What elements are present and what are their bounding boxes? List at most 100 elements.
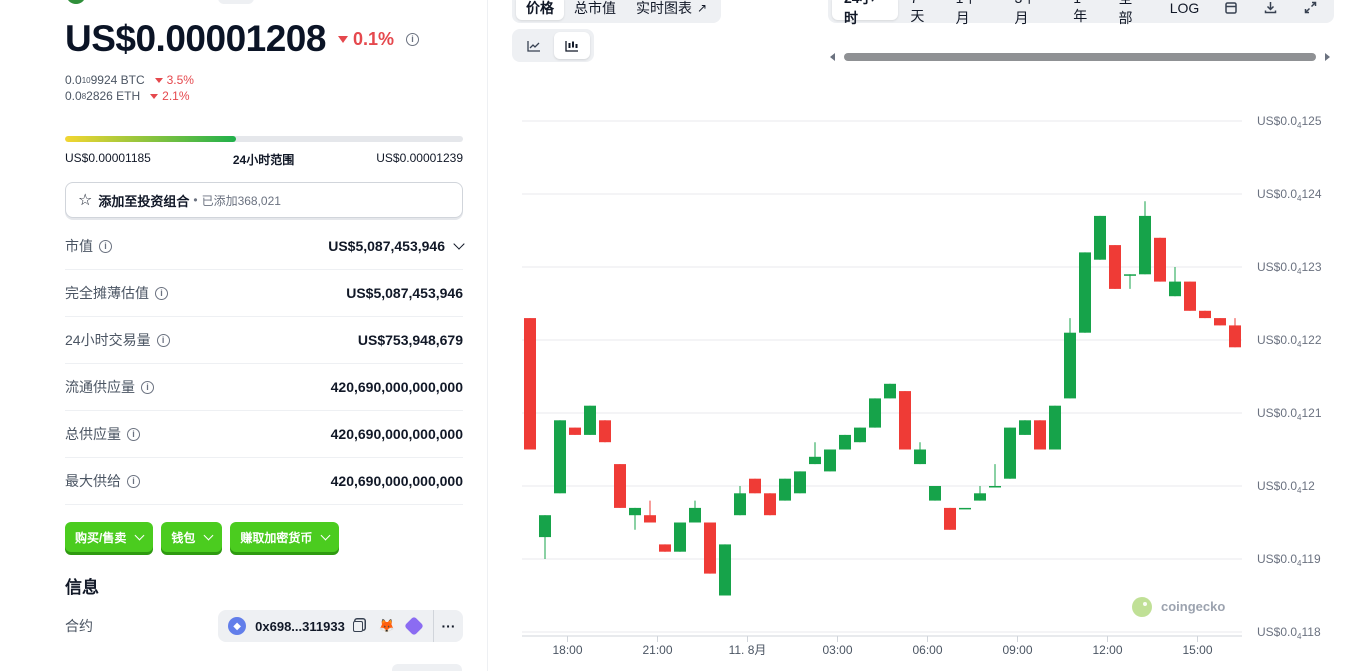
price-in-eth: 0.0 8 2826 ETH 2.1% bbox=[65, 89, 190, 103]
coingecko-logo-eye bbox=[1143, 602, 1147, 606]
expand-icon[interactable] bbox=[1290, 0, 1330, 20]
y-tick-label: US$0.04124 bbox=[1257, 187, 1322, 203]
candle-body bbox=[689, 507, 701, 523]
candle-body bbox=[794, 471, 806, 494]
info-icon[interactable]: i bbox=[127, 427, 140, 441]
candle-body bbox=[674, 522, 686, 552]
down-triangle-icon bbox=[154, 77, 163, 83]
tab-3m[interactable]: 3个月 bbox=[1002, 0, 1061, 26]
stat-label: 流通供应量 i bbox=[65, 377, 154, 397]
range-bar-fill bbox=[65, 136, 237, 142]
current-price: US$0.00001208 bbox=[65, 18, 326, 59]
info-icon[interactable]: i bbox=[99, 239, 112, 253]
star-icon: ☆ bbox=[78, 192, 93, 209]
chart-type-toggle bbox=[512, 29, 594, 62]
tab-market-cap[interactable]: 总市值 bbox=[564, 0, 626, 20]
candle-body bbox=[1124, 274, 1136, 276]
wallet-connect-icon[interactable] bbox=[404, 616, 424, 636]
x-tick-label: 15:00 bbox=[1182, 643, 1212, 657]
more-options-button[interactable]: ··· bbox=[433, 610, 463, 642]
candle-body bbox=[614, 464, 626, 508]
info-icon[interactable]: i bbox=[127, 474, 140, 488]
eth-price-prefix: 0.0 bbox=[65, 89, 82, 103]
stat-market-cap[interactable]: 市值 i US$5,087,453,946 bbox=[65, 223, 465, 270]
buy-sell-button[interactable]: 购买/售卖 bbox=[65, 522, 154, 552]
earn-crypto-button[interactable]: 赚取加密货币 bbox=[230, 522, 340, 552]
y-tick-label: US$0.04121 bbox=[1257, 406, 1322, 422]
contract-address[interactable]: 0x698...311933 bbox=[255, 619, 345, 634]
scroll-left-arrow-icon[interactable] bbox=[830, 53, 835, 61]
portfolio-label: 添加至投资组合 bbox=[98, 193, 190, 209]
candle-body bbox=[659, 544, 671, 552]
x-tick-label: 11. 8月 bbox=[729, 643, 767, 657]
candle-body bbox=[899, 391, 911, 450]
tab-price[interactable]: 价格 bbox=[516, 0, 564, 20]
stat-value: 420,690,000,000,000 bbox=[330, 379, 463, 395]
wallet-button[interactable]: 钱包 bbox=[161, 522, 223, 552]
stat-label-text: 最大供给 bbox=[65, 473, 121, 489]
candle-body bbox=[1109, 245, 1121, 289]
candle-body bbox=[869, 398, 881, 428]
tab-1y[interactable]: 1年 bbox=[1061, 0, 1106, 24]
y-tick-label: US$0.04122 bbox=[1257, 333, 1322, 349]
stat-max-supply: 最大供给 i 420,690,000,000,000 bbox=[65, 458, 463, 505]
candle-body bbox=[629, 507, 641, 516]
stat-label-text: 流通供应量 bbox=[65, 379, 135, 395]
x-tick-label: 21:00 bbox=[642, 643, 672, 657]
rank-badge bbox=[218, 0, 254, 4]
info-icon[interactable]: i bbox=[406, 32, 419, 46]
chevron-down-icon bbox=[134, 530, 145, 540]
candle-body bbox=[1199, 310, 1211, 319]
tab-live-chart[interactable]: 实时图表 ↗ bbox=[626, 0, 717, 20]
line-chart-icon[interactable] bbox=[516, 32, 552, 59]
portfolio-count: 已添加368,021 bbox=[201, 193, 281, 208]
stat-value-text: US$5,087,453,946 bbox=[328, 238, 445, 254]
contract-pill: ◆ 0x698...311933 🦊 ··· bbox=[218, 610, 463, 642]
calendar-icon[interactable] bbox=[1211, 0, 1251, 20]
coin-logo bbox=[66, 0, 86, 4]
candle-body bbox=[704, 522, 716, 574]
stat-label: 最大供给 i bbox=[65, 471, 140, 491]
copy-icon[interactable] bbox=[352, 620, 363, 632]
candle-body bbox=[764, 493, 776, 516]
btc-change: 3.5% bbox=[154, 73, 194, 87]
info-icon[interactable]: i bbox=[155, 286, 168, 300]
chevron-down-icon[interactable] bbox=[453, 238, 465, 250]
next-row-pill bbox=[392, 664, 462, 671]
coin-overview-panel: US$0.00001208 0.1% i 0.0 10 9924 BTC 3.5% … bbox=[0, 0, 488, 671]
metamask-icon[interactable]: 🦊 bbox=[379, 618, 395, 634]
info-icon[interactable]: i bbox=[141, 380, 154, 394]
tab-1m[interactable]: 1个月 bbox=[944, 0, 1003, 26]
scroll-right-arrow-icon[interactable] bbox=[1325, 53, 1330, 61]
action-buttons: 购买/售卖 钱包 赚取加密货币 bbox=[65, 522, 340, 552]
candle-body bbox=[974, 493, 986, 501]
candle-body bbox=[1019, 420, 1031, 435]
chart-range-scrollbar[interactable] bbox=[830, 52, 1330, 62]
info-icon[interactable]: i bbox=[156, 333, 170, 347]
scroll-thumb[interactable] bbox=[844, 53, 1316, 61]
candle-body bbox=[959, 507, 971, 510]
stat-label: 市值 i bbox=[65, 236, 112, 256]
add-to-portfolio-button[interactable]: ☆ 添加至投资组合 • 已添加368,021 bbox=[65, 182, 463, 218]
coingecko-watermark: coingecko bbox=[1161, 599, 1225, 614]
candle-body bbox=[1169, 281, 1181, 297]
live-chart-label: 实时图表 bbox=[636, 0, 692, 16]
candle-body bbox=[824, 449, 836, 472]
candle-body bbox=[989, 486, 1001, 488]
range-high: US$0.00001239 bbox=[376, 151, 463, 165]
download-icon[interactable] bbox=[1251, 0, 1291, 20]
candle-body bbox=[734, 493, 746, 516]
stat-fdv: 完全摊薄估值 i US$5,087,453,946 bbox=[65, 270, 463, 317]
tab-7d[interactable]: 7天 bbox=[898, 0, 943, 24]
tab-all[interactable]: 全部 bbox=[1106, 0, 1157, 26]
candle-body bbox=[1079, 252, 1091, 333]
stat-label: 24小时交易量 i bbox=[65, 330, 170, 350]
time-range-tabs: 24小时 7天 1个月 3个月 1年 全部 LOG bbox=[828, 0, 1334, 26]
candlestick-icon[interactable] bbox=[554, 32, 590, 59]
stat-value: US$5,087,453,946 bbox=[328, 238, 465, 254]
candle-body bbox=[1154, 237, 1166, 282]
tab-log[interactable]: LOG bbox=[1158, 0, 1212, 20]
tab-24h[interactable]: 24小时 bbox=[832, 0, 899, 26]
candle-body bbox=[929, 486, 941, 501]
eth-change: 2.1% bbox=[150, 89, 190, 103]
